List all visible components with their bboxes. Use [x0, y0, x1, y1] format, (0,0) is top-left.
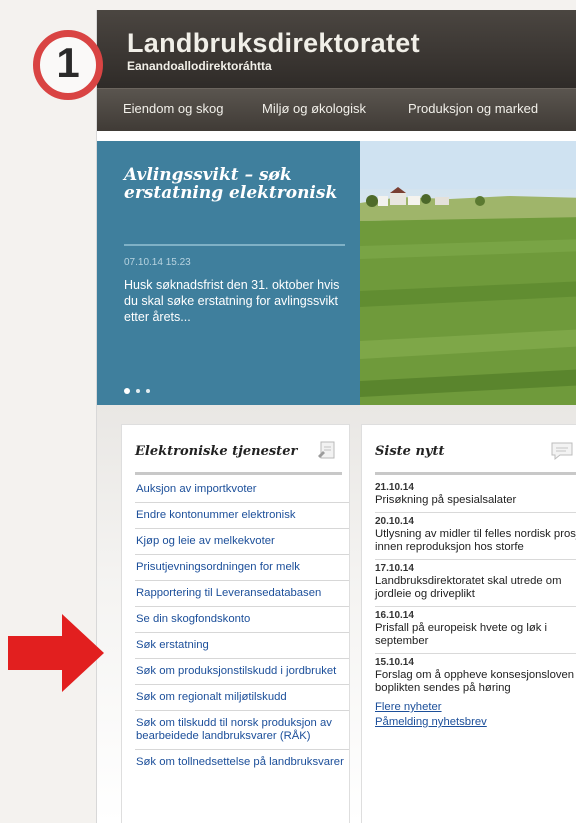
nav-item-eiendom[interactable]: Eiendom og skog	[123, 101, 223, 116]
news-headline[interactable]: Prisøkning på spesialsalater	[375, 494, 576, 507]
service-link[interactable]: Endre kontonummer elektronisk	[135, 503, 349, 529]
farmland-photo	[360, 141, 576, 405]
service-link[interactable]: Auksjon av importkvoter	[135, 477, 349, 503]
hero-summary: Husk søknadsfrist den 31. oktober hvis d…	[124, 278, 340, 324]
carousel-dot-active[interactable]	[124, 388, 130, 394]
web-page: Landbruksdirektoratet Eanandoallodirekto…	[96, 10, 576, 823]
hero-carousel: Avlingssvikt – søk erstatning elektronis…	[97, 141, 576, 405]
nav-item-miljo[interactable]: Miljø og økologisk	[262, 101, 366, 116]
service-link[interactable]: Søk om tilskudd til norsk produksjon av …	[135, 711, 349, 750]
main-navigation: Eiendom og skog Miljø og økologisk Produ…	[97, 88, 576, 131]
news-list: 21.10.14 Prisøkning på spesialsalater 20…	[375, 479, 576, 730]
service-link-produksjonstilskudd[interactable]: Søk om produksjonstilskudd i jordbruket	[135, 659, 349, 685]
services-box: Elektroniske tjenester Auksjon av import…	[121, 424, 350, 823]
carousel-dot[interactable]	[146, 389, 150, 393]
content-area: Elektroniske tjenester Auksjon av import…	[97, 405, 576, 823]
news-date: 21.10.14	[375, 482, 414, 493]
services-list: Auksjon av importkvoter Endre kontonumme…	[135, 477, 349, 775]
more-news-link[interactable]: Flere nyheter	[375, 700, 576, 715]
news-date: 17.10.14	[375, 563, 414, 574]
news-date: 15.10.14	[375, 657, 414, 668]
service-link[interactable]: Søk om tollnedsettelse på landbruksvarer	[135, 750, 349, 775]
service-link[interactable]: Se din skogfondskonto	[135, 607, 349, 633]
hero-divider	[124, 244, 345, 246]
document-pencil-icon	[317, 439, 339, 466]
news-item[interactable]: 21.10.14 Prisøkning på spesialsalater	[375, 479, 576, 513]
site-title[interactable]: Landbruksdirektoratet	[127, 28, 420, 59]
news-headline[interactable]: Prisfall på europeisk hvete og løk i sep…	[375, 622, 576, 648]
nav-item-produksjon[interactable]: Produksjon og marked	[408, 101, 538, 116]
hero-image[interactable]	[360, 141, 576, 405]
newsletter-signup-link[interactable]: Påmelding nyhetsbrev	[375, 715, 576, 730]
arrow-right-icon	[8, 614, 104, 692]
step-number-badge: 1	[33, 30, 103, 100]
services-title: Elektroniske tjenester	[135, 444, 298, 459]
service-link[interactable]: Kjøp og leie av melkekvoter	[135, 529, 349, 555]
news-item[interactable]: 20.10.14 Utlysning av midler til felles …	[375, 513, 576, 560]
hero-title[interactable]: Avlingssvikt – søk erstatning elektronis…	[124, 166, 344, 202]
services-divider	[135, 472, 342, 475]
service-link[interactable]: Søk om regionalt miljøtilskudd	[135, 685, 349, 711]
news-divider	[375, 472, 576, 475]
site-header: Landbruksdirektoratet Eanandoallodirekto…	[97, 10, 576, 88]
service-link[interactable]: Søk erstatning	[135, 633, 349, 659]
news-box: Siste nytt 21.10.14 Prisøkning på spesia…	[361, 424, 576, 823]
service-link[interactable]: Rapportering til Leveransedatabasen	[135, 581, 349, 607]
step-number: 1	[56, 39, 80, 86]
news-title: Siste nytt	[375, 444, 445, 459]
news-item[interactable]: 16.10.14 Prisfall på europeisk hvete og …	[375, 607, 576, 654]
site-subtitle: Eanandoallodirektoráhtta	[127, 59, 272, 73]
hero-date: 07.10.14 15.23	[124, 257, 191, 268]
news-headline[interactable]: Utlysning av midler til felles nordisk p…	[375, 528, 576, 554]
news-date: 16.10.14	[375, 610, 414, 621]
service-link[interactable]: Prisutjevningsordningen for melk	[135, 555, 349, 581]
news-headline[interactable]: Forslag om å oppheve konsesjonsloven og …	[375, 669, 576, 695]
news-date: 20.10.14	[375, 516, 414, 527]
news-item[interactable]: 17.10.14 Landbruksdirektoratet skal utre…	[375, 560, 576, 607]
news-headline[interactable]: Landbruksdirektoratet skal utrede om jor…	[375, 575, 576, 601]
news-item[interactable]: 15.10.14 Forslag om å oppheve konsesjons…	[375, 654, 576, 700]
speech-bubble-icon	[550, 441, 576, 466]
carousel-dot[interactable]	[136, 389, 140, 393]
hero-text-panel: Avlingssvikt – søk erstatning elektronis…	[97, 141, 360, 405]
